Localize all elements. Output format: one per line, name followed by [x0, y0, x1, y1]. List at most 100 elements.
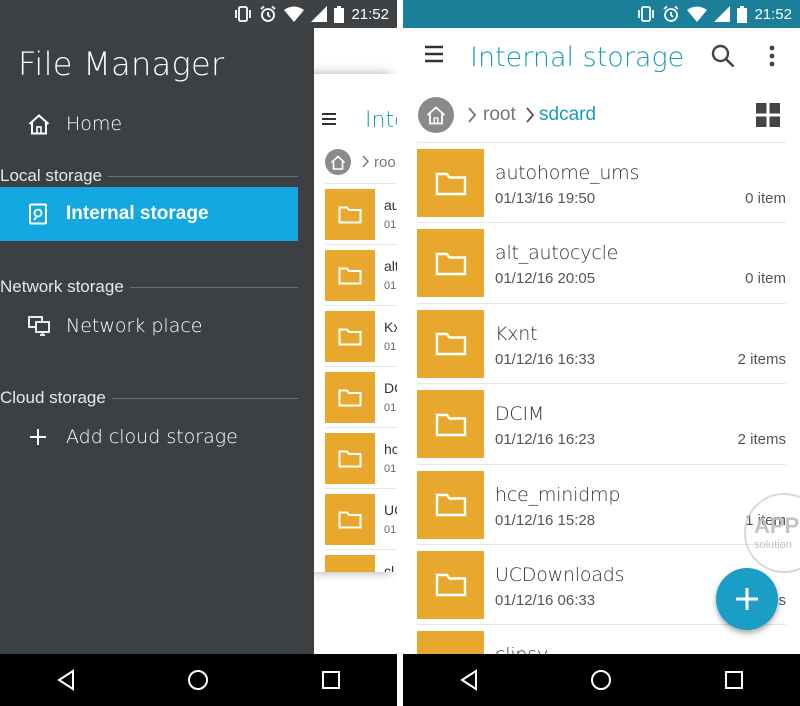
item-count: 2 items — [737, 350, 786, 368]
list-item[interactable]: hc 01 — [325, 427, 397, 488]
section-header-cloud-storage: Cloud storage — [0, 388, 298, 410]
drawer-item-internal-storage[interactable]: Internal storage — [0, 187, 298, 241]
search-icon[interactable] — [711, 44, 735, 68]
peek-breadcrumb-root[interactable]: roo — [374, 154, 396, 171]
breadcrumb-root[interactable]: root — [483, 104, 516, 126]
page-title: Internal storage — [470, 42, 685, 73]
network-place-icon — [28, 316, 50, 336]
folder-icon — [325, 494, 375, 545]
folder-icon — [325, 311, 375, 362]
folder-icon — [325, 189, 375, 240]
file-date: 01 — [384, 402, 397, 414]
plus-icon — [736, 588, 758, 610]
section-header-network-storage: Network storage — [0, 277, 298, 299]
battery-icon — [334, 5, 345, 23]
file-name: DC — [384, 380, 397, 396]
section-label: Cloud storage — [0, 388, 112, 408]
folder-icon — [417, 229, 484, 298]
folder-icon — [417, 631, 484, 654]
drawer-item-add-cloud-storage[interactable]: Add cloud storage — [0, 411, 298, 465]
recents-icon[interactable] — [321, 670, 341, 690]
vibrate-icon — [638, 6, 655, 22]
chevron-right-icon — [362, 155, 370, 168]
status-bar: 21:52 — [0, 0, 397, 28]
breadcrumb-current[interactable]: sdcard — [539, 104, 596, 126]
alarm-icon — [663, 5, 680, 22]
list-item[interactable]: cl — [325, 549, 397, 572]
peek-content[interactable]: Inte roo au 01 alt 01 Kx 01 — [314, 74, 397, 572]
home-icon — [330, 154, 346, 170]
table-row[interactable]: autohome_ums 01/13/16 19:50 0 item — [417, 142, 786, 222]
list-item[interactable]: alt 01 — [325, 244, 397, 305]
table-row[interactable]: alt_autocycle 01/12/16 20:05 0 item — [417, 222, 786, 302]
status-bar: 21:52 — [403, 0, 800, 28]
drawer-item-home[interactable]: Home — [0, 98, 298, 152]
file-name: clipsy — [495, 644, 548, 654]
drawer-item-label: Add cloud storage — [66, 426, 238, 448]
table-row[interactable]: DCIM 01/12/16 16:23 2 items — [417, 383, 786, 463]
cell-signal-icon — [714, 6, 731, 22]
hamburger-menu-icon[interactable] — [425, 45, 443, 63]
add-button[interactable] — [716, 568, 778, 630]
folder-icon — [417, 470, 484, 539]
wifi-icon — [687, 6, 708, 22]
chevron-right-icon — [468, 107, 477, 123]
table-row[interactable]: Kxnt 01/12/16 16:33 2 items — [417, 302, 786, 383]
chevron-right-icon — [526, 107, 535, 123]
grid-view-icon[interactable] — [756, 103, 780, 127]
cell-signal-icon — [311, 6, 328, 22]
table-row[interactable]: clipsy — [417, 624, 786, 654]
file-date: 01 — [384, 524, 397, 536]
section-label: Local storage — [0, 166, 109, 186]
drawer-item-network-place[interactable]: Network place — [0, 300, 298, 354]
file-name: alt_autocycle — [495, 242, 619, 265]
peek-home-button[interactable] — [325, 149, 351, 175]
list-item[interactable]: DC 01 — [325, 366, 397, 427]
folder-icon — [325, 372, 375, 423]
list-item[interactable]: Kx 01 — [325, 305, 397, 366]
watermark-text: APP — [754, 513, 800, 538]
folder-icon — [417, 390, 484, 459]
item-count: 0 item — [745, 270, 786, 288]
file-name: autohome_ums — [495, 162, 640, 184]
vibrate-icon — [235, 6, 252, 22]
back-icon[interactable] — [56, 669, 76, 691]
section-label: Network storage — [0, 277, 130, 297]
file-name: hc — [384, 441, 397, 457]
item-count: s — [778, 591, 787, 609]
drawer-title: File Manager — [18, 45, 225, 83]
table-row[interactable]: hce_minidmp 01/12/16 15:28 1 item — [417, 463, 786, 544]
hamburger-menu-icon[interactable] — [322, 112, 336, 126]
home-icon — [426, 105, 446, 124]
right-screen: 21:52 Internal storage root sdcard autoh… — [403, 0, 800, 706]
home-circle-icon[interactable] — [187, 669, 209, 691]
item-count: 0 item — [745, 190, 786, 207]
recents-icon[interactable] — [724, 670, 744, 690]
system-nav-bar — [0, 654, 397, 706]
list-item[interactable]: au 01 — [325, 183, 397, 244]
drawer-item-label: Network place — [66, 315, 203, 337]
file-name: hce_minidmp — [495, 483, 621, 506]
file-name: Kxnt — [495, 322, 538, 345]
system-nav-bar — [403, 654, 800, 706]
file-date: 01 — [384, 341, 397, 353]
file-date: 01/12/16 20:05 — [495, 270, 596, 288]
plus-icon — [30, 429, 46, 445]
back-icon[interactable] — [459, 669, 479, 691]
internal-storage-icon — [29, 203, 47, 225]
status-time: 21:52 — [351, 5, 389, 23]
folder-icon — [417, 149, 484, 217]
navigation-drawer: File Manager Home Local storage Internal… — [0, 28, 314, 654]
file-date: 01 — [384, 219, 397, 231]
drawer-item-label: Internal storage — [66, 203, 209, 224]
file-name: UC — [384, 502, 397, 518]
list-item[interactable]: UC 01 — [325, 488, 397, 549]
file-date: 01 — [384, 280, 397, 292]
more-options-icon[interactable] — [769, 45, 775, 67]
status-time: 21:52 — [754, 5, 792, 23]
drawer-item-label: Home — [66, 113, 123, 135]
home-circle-icon[interactable] — [590, 669, 612, 691]
item-count: 2 items — [737, 431, 786, 449]
breadcrumb-home-button[interactable] — [418, 97, 454, 133]
section-header-local-storage: Local storage — [0, 166, 298, 188]
